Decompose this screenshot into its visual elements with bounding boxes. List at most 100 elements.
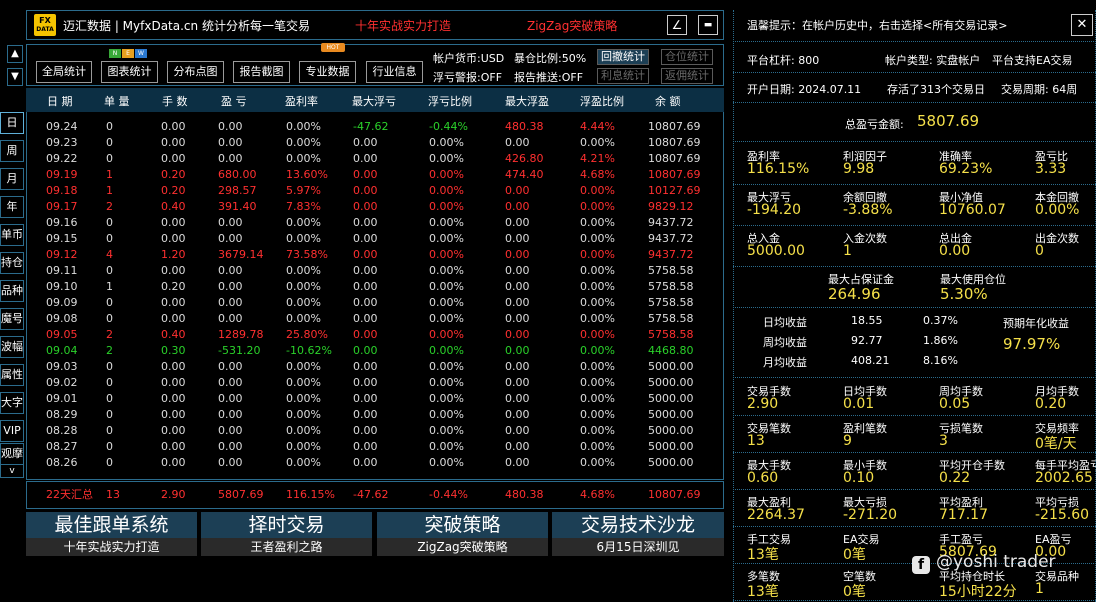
table-row[interactable]: 08.26 0 0.00 0.00 0.00% 0.00 0.00% 0.00 0.00% 500… xyxy=(27,455,725,471)
table-row[interactable]: 09.22 0 0.00 0.00 0.00% 0.00 0.00% 426.80 4.21% 1… xyxy=(27,151,725,167)
avg-label: 日均收益 xyxy=(763,316,807,329)
stat-value: 0.00 xyxy=(939,243,971,259)
cell-orders: 2 xyxy=(106,344,113,357)
table-row[interactable]: 09.12 4 1.20 3679.14 73.58% 0.00 0.00% 0.00 0.00… xyxy=(27,247,725,263)
watermark-text: @yoshi trader xyxy=(936,552,1056,572)
tab-week[interactable]: 周 xyxy=(0,140,24,162)
cell-rate: 0.00% xyxy=(286,136,321,149)
cell-fp-ratio: 4.21% xyxy=(580,152,615,165)
tab-single-currency[interactable]: 单币 xyxy=(0,224,24,246)
tab-magic-number[interactable]: 魔号 xyxy=(0,308,24,330)
global-stats-button[interactable]: 全局统计 xyxy=(36,61,92,83)
tab-watch[interactable]: 观摩 xyxy=(0,443,24,465)
ad-title: 突破策略 xyxy=(377,512,548,538)
total-pnl-label: 总盈亏金额: xyxy=(845,118,904,131)
cell-lots: 0.20 xyxy=(161,280,186,293)
tab-vip[interactable]: VIP xyxy=(0,420,24,442)
table-row[interactable]: 09.24 0 0.00 0.00 0.00% -47.62 -0.44% 480.38 4.4… xyxy=(27,119,725,135)
cell-balance: 9437.72 xyxy=(648,248,694,261)
avg-label: 周均收益 xyxy=(763,336,807,349)
table-row[interactable]: 09.17 2 0.40 391.40 7.83% 0.00 0.00% 0.00 0.00% 9… xyxy=(27,199,725,215)
table-row[interactable]: 09.09 0 0.00 0.00 0.00% 0.00 0.00% 0.00 0.00% 575… xyxy=(27,295,725,311)
stat-value: -194.20 xyxy=(747,202,802,218)
table-row[interactable]: 08.28 0 0.00 0.00 0.00% 0.00 0.00% 0.00 0.00% 500… xyxy=(27,423,725,439)
tab-attribute[interactable]: 属性 xyxy=(0,364,24,386)
cell-rate: 0.00% xyxy=(286,424,321,437)
table-row[interactable]: 09.01 0 0.00 0.00 0.00% 0.00 0.00% 0.00 0.00% 500… xyxy=(27,391,725,407)
cell-orders: 0 xyxy=(106,216,113,229)
table-row[interactable]: 09.11 0 0.00 0.00 0.00% 0.00 0.00% 0.00 0.00% 575… xyxy=(27,263,725,279)
ad-salon[interactable]: 交易技术沙龙 6月15日深圳见 xyxy=(552,512,724,556)
table-row[interactable]: 09.08 0 0.00 0.00 0.00% 0.00 0.00% 0.00 0.00% 575… xyxy=(27,311,725,327)
stats-panel: 温馨提示：在帐户历史中，右击选择<所有交易记录> ✕ 平台杠杆: 800 帐户类… xyxy=(733,10,1096,602)
cell-lots: 0.00 xyxy=(161,120,186,133)
cell-fl-ratio: 0.00% xyxy=(429,264,464,277)
stat-value: 0笔 xyxy=(843,584,866,600)
chart-stats-button[interactable]: 图表统计 xyxy=(101,61,158,83)
logo-text-bottom: DATA xyxy=(36,26,54,33)
cell-max-fp: 0.00 xyxy=(505,312,530,325)
table-row[interactable]: 09.02 0 0.00 0.00 0.00% 0.00 0.00% 0.00 0.00% 500… xyxy=(27,375,725,391)
cell-lots: 0.20 xyxy=(161,168,186,181)
table-row[interactable]: 09.16 0 0.00 0.00 0.00% 0.00 0.00% 0.00 0.00% 943… xyxy=(27,215,725,231)
edit-icon[interactable]: ∠ xyxy=(667,15,687,35)
table-row[interactable]: 09.18 1 0.20 298.57 5.97% 0.00 0.00% 0.00 0.00% 1… xyxy=(27,183,725,199)
cell-lots: 0.30 xyxy=(161,344,186,357)
industry-info-button[interactable]: 行业信息 xyxy=(366,61,423,83)
stat-value: 2264.37 xyxy=(747,507,805,523)
cell-fp-ratio: 0.00% xyxy=(580,440,615,453)
tab-day[interactable]: 日 xyxy=(0,112,24,134)
table-row[interactable]: 09.23 0 0.00 0.00 0.00% 0.00 0.00% 0.00 0.00% 108… xyxy=(27,135,725,151)
table-row[interactable]: 09.19 1 0.20 680.00 13.60% 0.00 0.00% 474.40 4.6… xyxy=(27,167,725,183)
avg-value: 92.77 xyxy=(851,334,883,347)
tab-year[interactable]: 年 xyxy=(0,196,24,218)
avg-value: 18.55 xyxy=(851,314,883,327)
ad-copy-trading[interactable]: 最佳跟单系统 十年实战实力打造 xyxy=(26,512,197,556)
cell-pnl: 0.00 xyxy=(218,456,243,469)
close-icon[interactable]: ✕ xyxy=(1071,14,1093,36)
cell-orders: 0 xyxy=(106,312,113,325)
interest-stats-button[interactable]: 利息统计 xyxy=(597,68,649,84)
position-stats-button[interactable]: 仓位统计 xyxy=(661,49,713,65)
annual-return-value: 97.97% xyxy=(1003,335,1061,353)
summary-row: 22天汇总 13 2.90 5807.69 116.15% -47.62 -0.… xyxy=(26,481,724,509)
scroll-down-arrow-icon[interactable]: ▼ xyxy=(7,68,23,86)
floating-alert-toggle[interactable]: 浮亏警报:OFF xyxy=(433,69,502,85)
tab-month[interactable]: 月 xyxy=(0,168,24,190)
distribution-plot-button[interactable]: 分布点图 xyxy=(167,61,224,83)
ad-timing-trade[interactable]: 择时交易 王者盈利之路 xyxy=(201,512,372,556)
cell-fp-ratio: 0.00% xyxy=(580,296,615,309)
cell-lots: 0.00 xyxy=(161,456,186,469)
tab-holding[interactable]: 持仓 xyxy=(0,252,24,274)
stat-value: 5000.00 xyxy=(747,243,805,259)
table-row[interactable]: 09.03 0 0.00 0.00 0.00% 0.00 0.00% 0.00 0.00% 500… xyxy=(27,359,725,375)
tab-volatility[interactable]: 波幅 xyxy=(0,336,24,358)
table-row[interactable]: 09.05 2 0.40 1289.78 25.80% 0.00 0.00% 0.00 0.00… xyxy=(27,327,725,343)
cell-date: 08.27 xyxy=(46,440,78,453)
minimize-button[interactable]: ▬ xyxy=(698,15,718,35)
drawdown-stats-button[interactable]: 回撤统计 xyxy=(597,49,649,65)
table-row[interactable]: 09.04 2 0.30 -531.20 -10.62% 0.00 0.00% 0.00 0.0… xyxy=(27,343,725,359)
rebate-stats-button[interactable]: 返佣统计 xyxy=(661,68,713,84)
scroll-up-arrow-icon[interactable]: ▲ xyxy=(7,45,23,63)
table-row[interactable]: 09.10 1 0.20 0.00 0.00% 0.00 0.00% 0.00 0.00% 575… xyxy=(27,279,725,295)
tab-symbol[interactable]: 品种 xyxy=(0,280,24,302)
stat-value: 0 xyxy=(1035,243,1044,259)
report-push-toggle[interactable]: 报告推送:OFF xyxy=(514,69,583,85)
cell-fl-ratio: 0.00% xyxy=(429,344,464,357)
avg-pct: 8.16% xyxy=(923,354,958,367)
ad-breakout-strategy[interactable]: 突破策略 ZigZag突破策略 xyxy=(377,512,548,556)
table-row[interactable]: 08.27 0 0.00 0.00 0.00% 0.00 0.00% 0.00 0.00% 500… xyxy=(27,439,725,455)
ad-subtitle: 6月15日深圳见 xyxy=(552,538,724,556)
tab-big-font[interactable]: 大字 xyxy=(0,392,24,414)
cell-fl-ratio: 0.00% xyxy=(429,152,464,165)
ad-subtitle: 王者盈利之路 xyxy=(201,538,372,556)
table-row[interactable]: 08.29 0 0.00 0.00 0.00% 0.00 0.00% 0.00 0.00% 500… xyxy=(27,407,725,423)
total-pnl-value: 5807.69 xyxy=(917,112,980,130)
table-row[interactable]: 09.15 0 0.00 0.00 0.00% 0.00 0.00% 0.00 0.00% 943… xyxy=(27,231,725,247)
cell-pnl: -531.20 xyxy=(218,344,261,357)
report-screenshot-button[interactable]: 报告截图 xyxy=(233,61,290,83)
cell-fl-ratio: 0.00% xyxy=(429,360,464,373)
tab-more-chevron-icon[interactable]: v xyxy=(0,464,24,478)
pro-data-button[interactable]: 专业数据 xyxy=(299,61,356,83)
